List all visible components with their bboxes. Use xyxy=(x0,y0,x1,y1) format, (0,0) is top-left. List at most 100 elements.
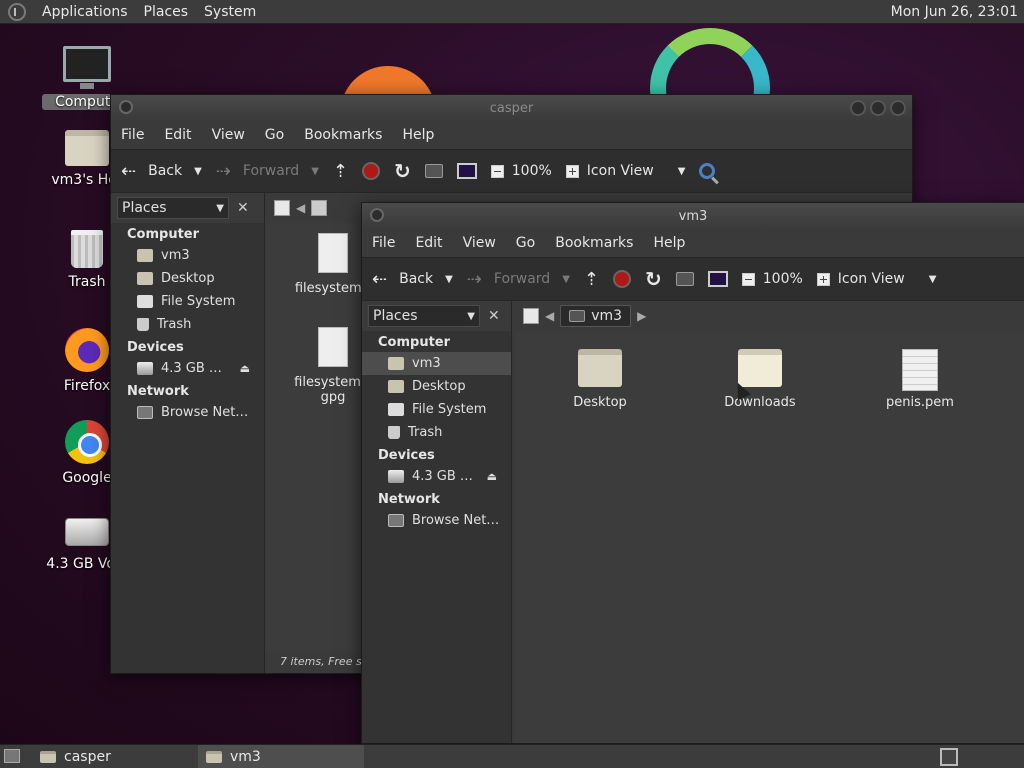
menu-file[interactable]: File xyxy=(111,127,154,143)
stop-icon[interactable] xyxy=(613,270,631,288)
window-menu-icon[interactable] xyxy=(370,208,384,222)
menu-places[interactable]: Places xyxy=(136,4,197,20)
menu-file[interactable]: File xyxy=(362,235,405,251)
chevron-down-icon[interactable]: ▼ xyxy=(311,166,319,177)
chevron-down-icon[interactable]: ▼ xyxy=(194,166,202,177)
chevron-down-icon[interactable]: ▼ xyxy=(445,274,453,285)
zoom-control[interactable]: 100% xyxy=(490,163,552,179)
home-folder-icon xyxy=(206,750,222,763)
sidebar-item-volume[interactable]: 4.3 GB … ⏏ xyxy=(362,465,511,488)
zoom-out-icon[interactable] xyxy=(490,164,504,178)
chevron-down-icon[interactable]: ▼ xyxy=(678,166,686,177)
sidebar-item-desktop[interactable]: Desktop xyxy=(111,267,264,290)
show-desktop-icon[interactable] xyxy=(4,749,20,763)
close-button[interactable] xyxy=(890,100,906,116)
path-left-arrow-icon[interactable]: ◀ xyxy=(296,201,305,215)
file-label: penis.pem xyxy=(886,395,954,410)
places-selector[interactable]: Places ▼ xyxy=(368,305,480,327)
home-icon[interactable] xyxy=(675,272,694,286)
taskbar-item-vm3[interactable]: vm3 xyxy=(198,744,364,768)
eject-icon[interactable]: ⏏ xyxy=(487,470,497,483)
sidebar-item-desktop[interactable]: Desktop xyxy=(362,375,511,398)
window-menu-icon[interactable] xyxy=(119,100,133,114)
zoom-in-icon[interactable] xyxy=(816,272,830,286)
file-item-downloads[interactable]: Downloads xyxy=(705,349,815,410)
path-crumb-home[interactable]: vm3 xyxy=(560,305,632,327)
maximize-button[interactable] xyxy=(870,100,886,116)
back-button[interactable]: ⇠ Back ▼ xyxy=(121,161,202,182)
path-left-arrow-icon[interactable]: ◀ xyxy=(545,309,554,323)
sidebar-item-volume[interactable]: 4.3 GB … ⏏ xyxy=(111,357,264,380)
sidebar-item-browse-network[interactable]: Browse Net… xyxy=(362,509,511,532)
taskbar-item-casper[interactable]: casper xyxy=(32,745,198,768)
clock[interactable]: Mon Jun 26, 23:01 xyxy=(891,4,1018,20)
workspace-switcher-icon[interactable] xyxy=(940,748,958,766)
sidebar-item-filesystem[interactable]: File System xyxy=(362,398,511,421)
zoom-in-icon[interactable] xyxy=(565,164,579,178)
trash-icon xyxy=(137,318,149,331)
forward-button[interactable]: ⇢ Forward ▼ xyxy=(216,161,319,182)
sidebar-item-filesystem[interactable]: File System xyxy=(111,290,264,313)
sidebar-item-label: Trash xyxy=(408,425,443,440)
file-item-pem[interactable]: penis.pem xyxy=(865,349,975,410)
chevron-down-icon[interactable]: ▼ xyxy=(929,274,937,285)
places-label: Places xyxy=(373,308,418,324)
menu-system[interactable]: System xyxy=(196,4,264,20)
computer-icon[interactable] xyxy=(456,163,477,179)
places-header: Places ▼ ✕ xyxy=(362,301,511,331)
menu-help[interactable]: Help xyxy=(643,235,695,251)
up-arrow-icon[interactable]: ⇡ xyxy=(333,161,348,182)
back-label: Back xyxy=(148,163,183,179)
close-icon[interactable]: ✕ xyxy=(488,308,500,324)
chrome-icon xyxy=(65,420,109,464)
file-item-desktop[interactable]: Desktop xyxy=(545,349,655,410)
menu-help[interactable]: Help xyxy=(392,127,444,143)
home-icon[interactable] xyxy=(424,164,443,178)
view-selector[interactable]: Icon View ▼ xyxy=(565,163,686,179)
eject-icon[interactable]: ⏏ xyxy=(240,362,250,375)
search-icon[interactable] xyxy=(699,163,716,179)
file-label: Downloads xyxy=(724,395,796,410)
menu-edit[interactable]: Edit xyxy=(405,235,452,251)
places-sidebar: Places ▼ ✕ Computer vm3 Desktop File Sys… xyxy=(111,193,265,673)
menu-bookmarks[interactable]: Bookmarks xyxy=(545,235,643,251)
edit-location-icon[interactable] xyxy=(274,200,290,216)
sidebar-item-home[interactable]: vm3 xyxy=(362,352,511,375)
path-right-arrow-icon[interactable]: ▶ xyxy=(637,309,646,323)
computer-icon[interactable] xyxy=(707,271,728,287)
view-mode-label: Icon View xyxy=(586,163,654,179)
up-arrow-icon[interactable]: ⇡ xyxy=(584,269,599,290)
window-vm3[interactable]: vm3 File Edit View Go Bookmarks Help ⇠ B… xyxy=(361,202,1024,744)
reload-icon[interactable]: ↻ xyxy=(645,267,662,291)
sidebar-item-trash[interactable]: Trash xyxy=(362,421,511,444)
distro-logo-icon[interactable] xyxy=(8,2,26,21)
stop-icon[interactable] xyxy=(362,162,380,180)
sidebar-item-browse-network[interactable]: Browse Net… xyxy=(111,401,264,424)
sidebar-item-home[interactable]: vm3 xyxy=(111,244,264,267)
sidebar-item-trash[interactable]: Trash xyxy=(111,313,264,336)
window-titlebar[interactable]: casper xyxy=(111,95,912,121)
zoom-out-icon[interactable] xyxy=(741,272,755,286)
desktop-folder-icon xyxy=(388,380,404,393)
zoom-control[interactable]: 100% xyxy=(741,271,803,287)
minimize-button[interactable] xyxy=(850,100,866,116)
menu-applications[interactable]: Applications xyxy=(34,4,136,20)
chevron-down-icon[interactable]: ▼ xyxy=(562,274,570,285)
window-titlebar[interactable]: vm3 xyxy=(362,203,1024,229)
desktop-folder-icon xyxy=(137,272,153,285)
places-selector[interactable]: Places ▼ xyxy=(117,197,229,219)
menu-go[interactable]: Go xyxy=(506,235,545,251)
home-icon[interactable] xyxy=(311,200,328,216)
menu-bookmarks[interactable]: Bookmarks xyxy=(294,127,392,143)
close-icon[interactable]: ✕ xyxy=(237,200,249,216)
view-selector[interactable]: Icon View ▼ xyxy=(816,271,937,287)
reload-icon[interactable]: ↻ xyxy=(394,159,411,183)
edit-location-icon[interactable] xyxy=(523,308,539,324)
back-button[interactable]: ⇠ Back ▼ xyxy=(372,269,453,290)
forward-arrow-icon: ⇢ xyxy=(215,160,231,182)
forward-button[interactable]: ⇢ Forward ▼ xyxy=(467,269,570,290)
menu-view[interactable]: View xyxy=(453,235,506,251)
menu-go[interactable]: Go xyxy=(255,127,294,143)
menu-edit[interactable]: Edit xyxy=(154,127,201,143)
menu-view[interactable]: View xyxy=(202,127,255,143)
